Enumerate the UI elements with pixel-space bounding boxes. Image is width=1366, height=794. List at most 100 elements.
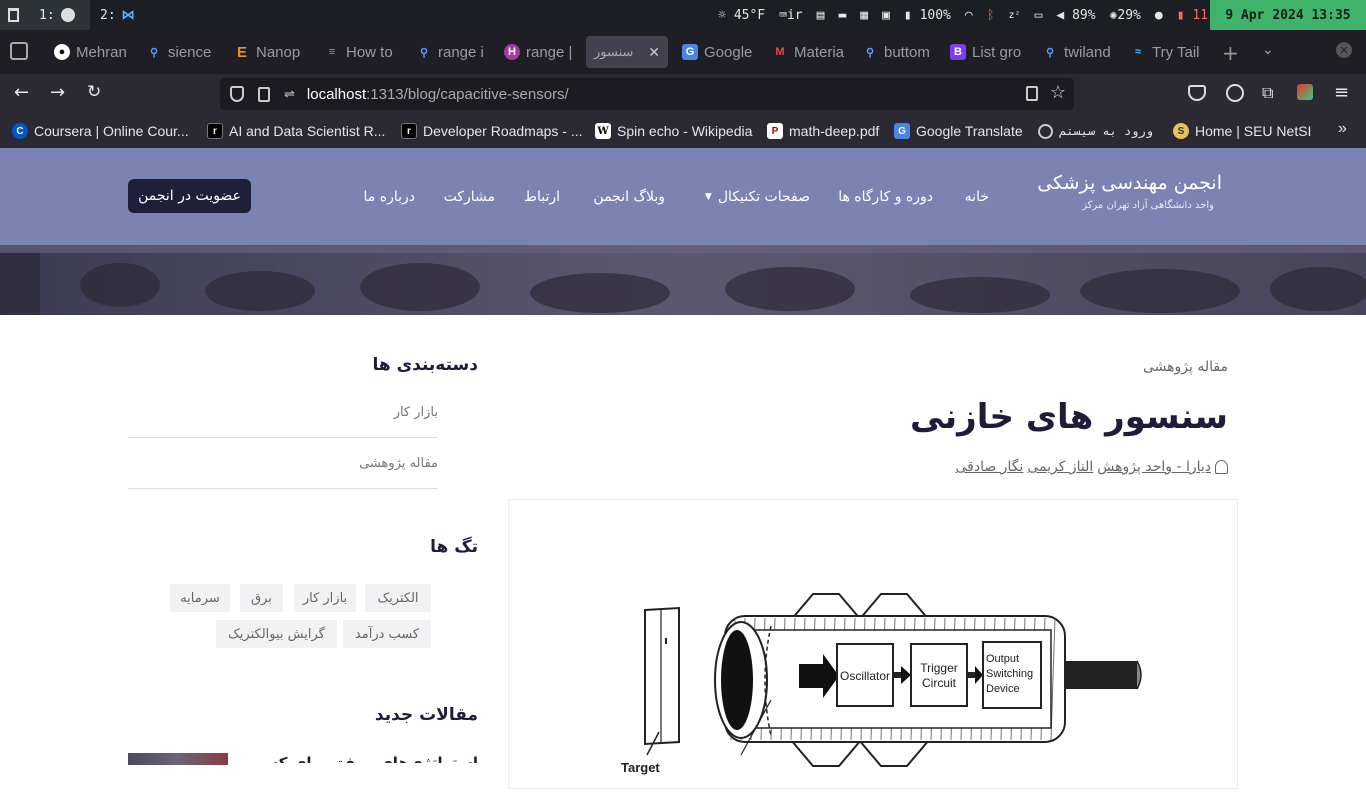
bookmark-5[interactable]: G Google Translate <box>894 114 1023 148</box>
tab-6-active[interactable]: سنسور ✕ <box>586 36 668 68</box>
e-icon: E <box>236 43 247 61</box>
recent-post-thumbnail[interactable] <box>128 753 228 765</box>
bookmark-0[interactable]: C Coursera | Online Cour... <box>12 114 189 148</box>
bookmark-4[interactable]: P math-deep.pdf <box>767 114 879 148</box>
join-button[interactable]: عضویت در انجمن <box>128 179 251 213</box>
seu-icon: S <box>1173 123 1189 139</box>
tag-0[interactable]: الکتریک <box>365 584 431 612</box>
category-label: بازار کار <box>393 404 438 420</box>
nav-blog[interactable]: وبلاگ انجمن <box>593 148 665 245</box>
extension-badge-icon[interactable] <box>1297 84 1313 100</box>
extensions-icon[interactable]: ⧉ <box>1262 83 1273 103</box>
coursera-icon: C <box>12 123 28 139</box>
permissions-icon[interactable]: ⇌ <box>284 86 295 102</box>
tag-4[interactable]: کسب درآمد <box>343 620 431 648</box>
nav-participate[interactable]: مشارکت <box>444 148 495 245</box>
tag-3[interactable]: سرمایه <box>170 584 230 612</box>
list-tabs-icon[interactable]: ⌄ <box>1262 42 1274 58</box>
new-tab-icon[interactable]: + <box>1222 41 1239 65</box>
tag-2[interactable]: برق <box>240 584 283 612</box>
stackoverflow-icon: ≡ <box>328 46 336 58</box>
output-label-line1: Output <box>986 653 1019 665</box>
tab-1[interactable]: ⚲ sience <box>146 36 218 68</box>
tab-11[interactable]: ⚲ twiland <box>1042 36 1112 68</box>
site-brand[interactable]: انجمن مهندسی پزشکی واحد دانشگاهی آزاد ته… <box>1037 172 1222 211</box>
memory-icon: ▦ <box>860 7 869 23</box>
author-link-3[interactable]: نگار صادقی <box>956 459 1024 475</box>
close-window-icon[interactable]: ✕ <box>1336 42 1352 58</box>
bookmark-1[interactable]: r AI and Data Scientist R... <box>207 114 385 148</box>
tab-12[interactable]: ≈ Try Tail <box>1130 36 1202 68</box>
account-icon[interactable] <box>1226 84 1244 102</box>
nav-courses[interactable]: دوره و کارگاه ها <box>838 148 933 245</box>
bookmark-3[interactable]: W Spin echo - Wikipedia <box>595 114 752 148</box>
tab-title: range i <box>438 43 484 61</box>
workspace-1[interactable]: 1: <box>0 0 90 30</box>
nav-home[interactable]: خانه <box>965 148 989 245</box>
bookmark-2[interactable]: r Developer Roadmaps - ... <box>401 114 583 148</box>
author-link-1[interactable]: دیارا - واحد پژوهش <box>1097 459 1211 475</box>
workspace-2[interactable]: 2: ⋈ <box>90 0 150 30</box>
nav-about[interactable]: درباره ما <box>364 148 415 245</box>
close-tab-icon[interactable]: ✕ <box>648 44 660 61</box>
tag-5[interactable]: گرایش بیوالکتریک <box>216 620 337 648</box>
pocket-icon[interactable] <box>1188 85 1206 101</box>
keyboard-layout: ir <box>786 7 803 23</box>
menu-icon[interactable]: ≡ <box>1334 82 1349 103</box>
article-category[interactable]: مقاله پژوهشی <box>1143 359 1228 375</box>
bookmark-7[interactable]: S Home | SEU NetSI <box>1173 114 1311 148</box>
more-bookmarks-icon[interactable]: » <box>1338 120 1347 138</box>
bookmark-6[interactable]: ورود به سیستم <box>1038 114 1153 148</box>
tab-4[interactable]: ⚲ range i <box>416 36 488 68</box>
category-item-0[interactable]: بازار کار <box>128 387 438 438</box>
url-text[interactable]: localhost:1313/blog/capacitive-sensors/ <box>307 86 569 103</box>
trigger-label-line2: Circuit <box>922 676 957 690</box>
weather-value: 45°F <box>733 7 766 23</box>
tab-5[interactable]: H range | <box>504 36 574 68</box>
bluetooth-icon: ᛒ <box>986 7 995 23</box>
category-item-1[interactable]: مقاله پژوهشی <box>128 438 438 489</box>
chat-icon: ▭ <box>1034 7 1043 23</box>
nav-contact[interactable]: ارتباط <box>524 148 560 245</box>
reader-view-icon[interactable] <box>1026 86 1038 101</box>
nav-technical-label: صفحات تکنیکال <box>717 188 810 205</box>
tab-7[interactable]: G Google <box>682 36 754 68</box>
battery-icon: ▮ <box>903 7 912 23</box>
back-icon[interactable]: ← <box>14 82 29 103</box>
tab-3[interactable]: ≡ How to <box>324 36 396 68</box>
nav-technical-pages[interactable]: صفحات تکنیکال ▼ <box>705 148 810 245</box>
status-indicators: ☼ 45°F ⌨ir ▤ ▬ ▦ ▣ ▮ 100% ◠ ᛒ zᶻ ▭ ◀ 89%… <box>718 0 1208 30</box>
tab-8[interactable]: M Materia <box>772 36 844 68</box>
tags-title: تگ ها <box>430 537 478 557</box>
tab-title: How to <box>346 43 393 61</box>
tailwind-icon: ≈ <box>1134 46 1142 58</box>
cable-end <box>1136 660 1142 690</box>
tag-1[interactable]: بازار کار <box>294 584 356 612</box>
address-bar[interactable]: ⇌ localhost:1313/blog/capacitive-sensors… <box>220 78 1074 110</box>
trigger-label-line1: Trigger <box>920 661 958 675</box>
tab-0[interactable]: ● Mehran <box>54 36 136 68</box>
shield-icon[interactable] <box>230 86 244 102</box>
roadmap-icon: r <box>207 123 223 139</box>
hero-banner-image <box>0 245 1366 315</box>
workspace-2-label: 2: <box>100 7 116 23</box>
user-icon <box>1215 460 1228 474</box>
target-label: Target <box>621 760 660 775</box>
author-link-2[interactable]: الناز کریمی <box>1027 459 1093 475</box>
system-status-bar: 1: 2: ⋈ ☼ 45°F ⌨ir ▤ ▬ ▦ ▣ ▮ 100% ◠ ᛒ zᶻ… <box>0 0 1366 30</box>
tab-2[interactable]: E Nanop <box>234 36 308 68</box>
sleep-icon: zᶻ <box>1008 9 1021 21</box>
tab-10[interactable]: B List gro <box>950 36 1024 68</box>
clipboard-icon: ▤ <box>816 7 825 23</box>
tab-title: Mehran <box>76 43 127 61</box>
site-name: انجمن مهندسی پزشکی <box>1037 172 1222 194</box>
firefox-view-icon[interactable] <box>10 42 28 60</box>
bookmark-star-icon[interactable]: ☆ <box>1050 82 1066 103</box>
search-icon: ⚲ <box>1045 46 1055 59</box>
keyboard-icon: ⌨ <box>779 7 787 23</box>
forward-icon[interactable]: → <box>50 82 65 103</box>
reload-icon[interactable]: ↻ <box>87 82 101 102</box>
tab-title: range | <box>526 43 573 61</box>
tab-9[interactable]: ⚲ buttom <box>862 36 934 68</box>
volume-value: 89% <box>1072 7 1096 23</box>
